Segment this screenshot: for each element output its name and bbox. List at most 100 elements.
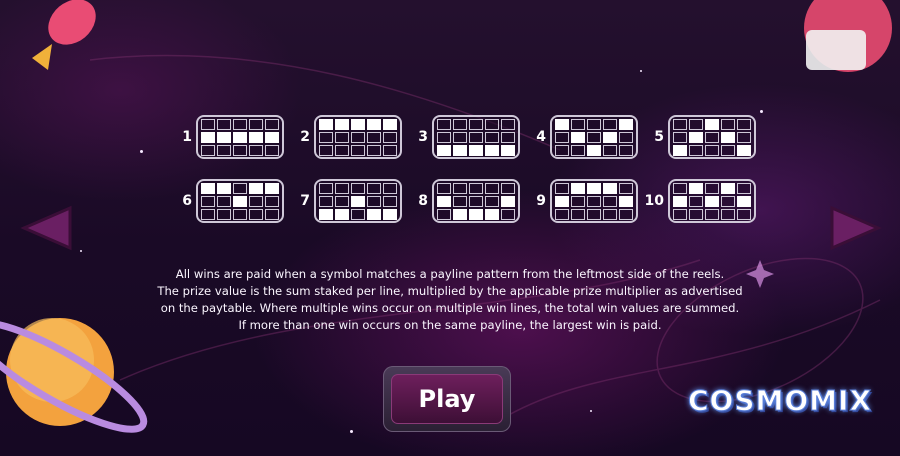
pattern-cell-active (249, 182, 263, 194)
pattern-cell (367, 182, 381, 194)
payline-pattern (668, 179, 756, 223)
pattern-cell (453, 195, 467, 207)
pattern-cell (201, 144, 215, 156)
pattern-cell-active (603, 131, 617, 143)
payline-6: 6 (168, 179, 284, 223)
pattern-cell-active (571, 131, 585, 143)
pattern-cell-active (217, 182, 231, 194)
pattern-cell (201, 118, 215, 130)
pattern-cell (587, 208, 601, 220)
pattern-cell (265, 118, 279, 130)
pattern-cell (689, 144, 703, 156)
pattern-cell (319, 131, 333, 143)
pattern-cell (555, 208, 569, 220)
pattern-cell (265, 195, 279, 207)
payline-number: 6 (182, 193, 192, 209)
pattern-cell (619, 182, 633, 194)
pattern-cell-active (233, 131, 247, 143)
play-button-frame: Play (383, 366, 511, 432)
pattern-cell (603, 118, 617, 130)
pattern-cell (555, 182, 569, 194)
pattern-cell (501, 131, 515, 143)
payline-number: 7 (300, 193, 310, 209)
pattern-cell (469, 118, 483, 130)
star (140, 150, 143, 153)
pattern-cell-active (265, 182, 279, 194)
pattern-cell-active (587, 182, 601, 194)
pattern-cell (351, 208, 365, 220)
pattern-cell-active (233, 195, 247, 207)
payline-pattern (432, 115, 520, 159)
pattern-cell (469, 131, 483, 143)
pattern-cell-active (587, 144, 601, 156)
pattern-cell-active (737, 195, 751, 207)
pattern-cell (571, 195, 585, 207)
pattern-cell (319, 195, 333, 207)
payline-number: 4 (536, 129, 546, 145)
pattern-cell-active (619, 195, 633, 207)
rules-text: All wins are paid when a symbol matches … (120, 266, 780, 334)
pattern-cell (603, 144, 617, 156)
payline-pattern (432, 179, 520, 223)
pattern-cell-active (351, 118, 365, 130)
pattern-cell-active (705, 195, 719, 207)
pattern-cell (555, 144, 569, 156)
pattern-cell (469, 195, 483, 207)
pattern-cell (673, 182, 687, 194)
pattern-cell (603, 208, 617, 220)
pattern-cell (351, 144, 365, 156)
payline-number: 1 (182, 129, 192, 145)
next-page-button[interactable] (828, 204, 884, 252)
pattern-cell (555, 131, 569, 143)
pattern-cell (721, 118, 735, 130)
pattern-cell (217, 118, 231, 130)
pattern-cell (335, 182, 349, 194)
pattern-cell (383, 195, 397, 207)
pattern-cell-active (249, 131, 263, 143)
pattern-cell-active (737, 144, 751, 156)
payline-pattern (668, 115, 756, 159)
pattern-cell (437, 118, 451, 130)
payline-pattern (196, 179, 284, 223)
pattern-cell-active (201, 182, 215, 194)
pattern-cell (485, 195, 499, 207)
payline-1: 1 (168, 115, 284, 159)
pattern-cell (335, 195, 349, 207)
pattern-cell (217, 195, 231, 207)
pattern-cell (705, 131, 719, 143)
pattern-cell (721, 208, 735, 220)
payline-10: 10 (640, 179, 756, 223)
payline-2: 2 (286, 115, 402, 159)
pattern-cell (603, 195, 617, 207)
payline-pattern (550, 115, 638, 159)
pattern-cell (437, 208, 451, 220)
pattern-cell-active (721, 131, 735, 143)
triangle-right-arrow-icon (830, 205, 882, 251)
pattern-cell (367, 144, 381, 156)
pattern-cell-active (485, 144, 499, 156)
previous-page-button[interactable] (18, 204, 74, 252)
pattern-cell (689, 118, 703, 130)
pattern-cell-active (485, 208, 499, 220)
pattern-cell (689, 195, 703, 207)
pattern-cell-active (453, 208, 467, 220)
pattern-cell (485, 182, 499, 194)
pattern-cell (619, 131, 633, 143)
payline-3: 3 (404, 115, 520, 159)
pattern-cell (705, 144, 719, 156)
payline-pattern (314, 179, 402, 223)
pattern-cell (619, 144, 633, 156)
pattern-cell (351, 182, 365, 194)
payline-4: 4 (522, 115, 638, 159)
pattern-cell (587, 195, 601, 207)
pattern-cell (367, 195, 381, 207)
pattern-cell-active (571, 182, 585, 194)
pattern-cell (571, 208, 585, 220)
pattern-cell (705, 182, 719, 194)
pattern-cell (721, 195, 735, 207)
payline-pattern (196, 115, 284, 159)
pattern-cell (383, 131, 397, 143)
pattern-cell-active (501, 144, 515, 156)
play-button[interactable]: Play (391, 374, 503, 424)
pattern-cell (383, 182, 397, 194)
